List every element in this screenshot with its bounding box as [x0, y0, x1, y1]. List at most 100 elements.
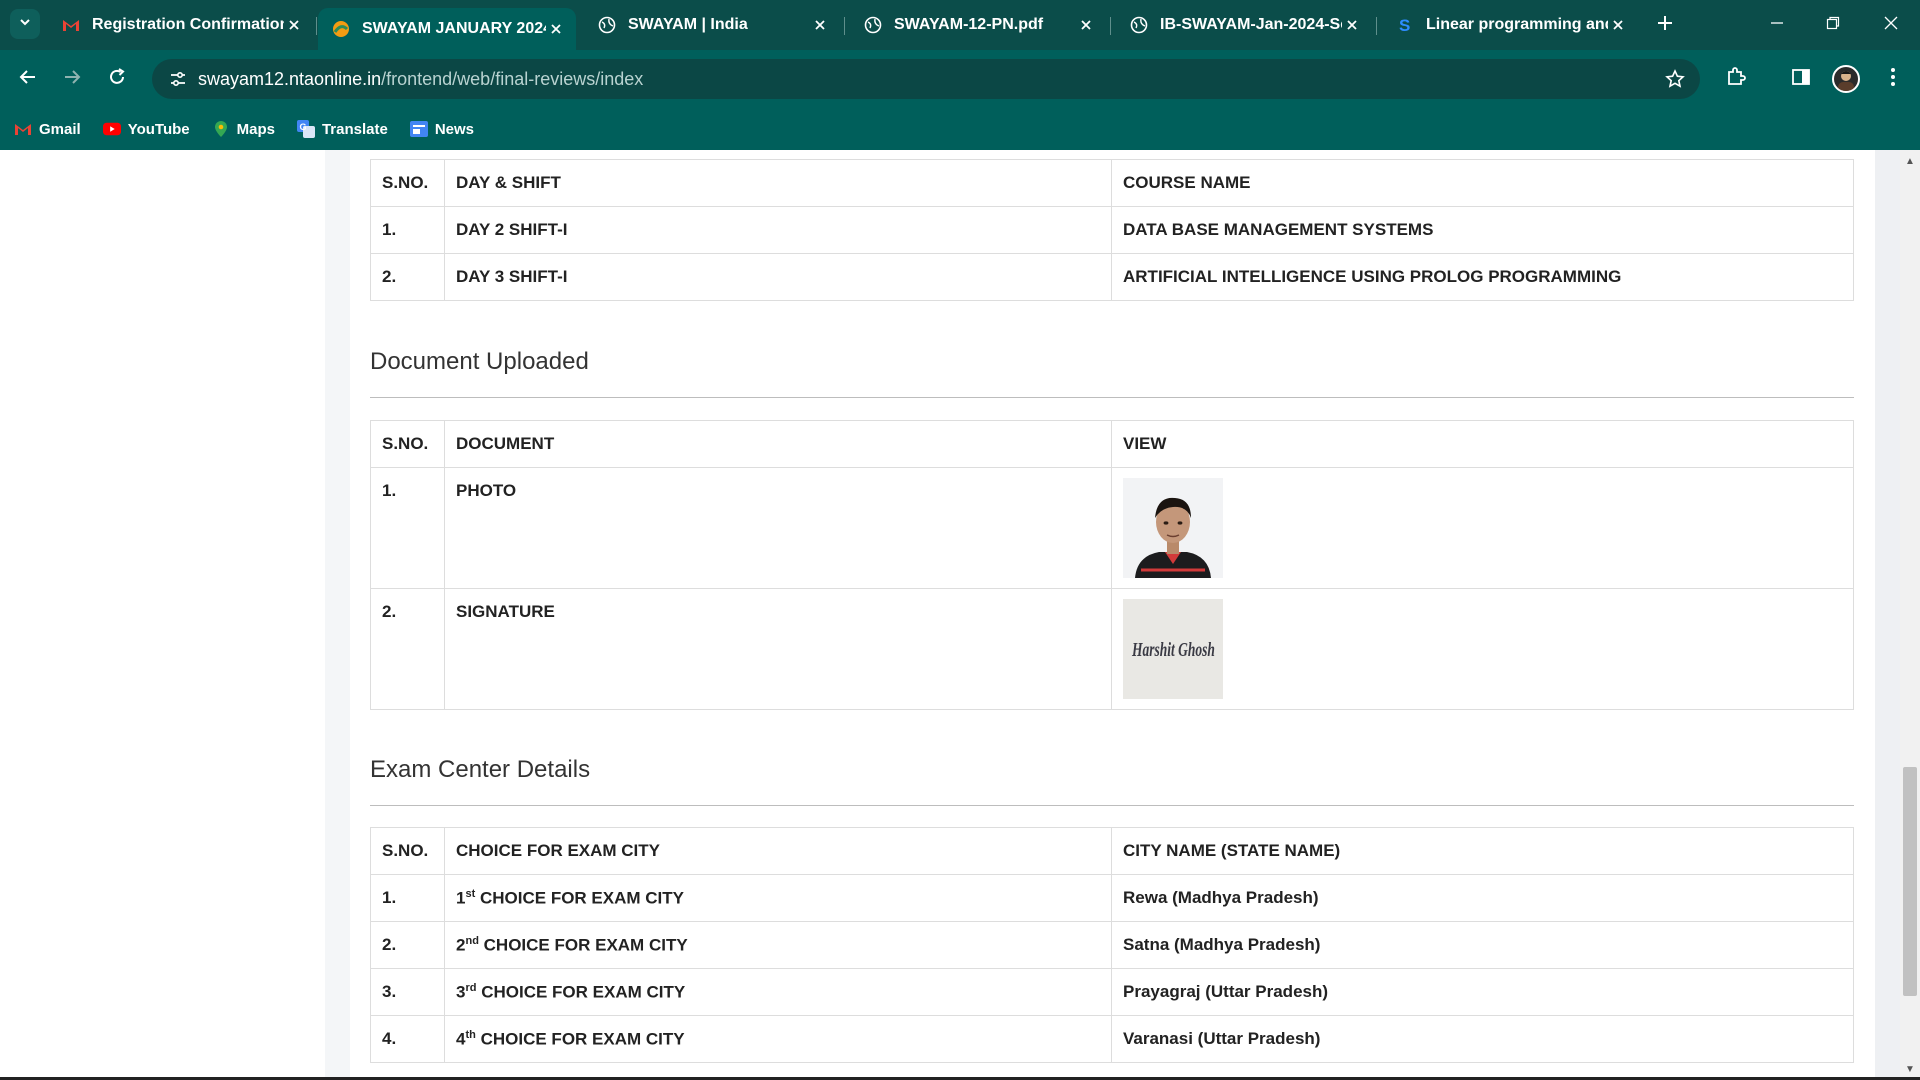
cell-sno: 1.	[370, 467, 445, 589]
cell-course-name: ARTIFICIAL INTELLIGENCE USING PROLOG PRO…	[1111, 253, 1854, 301]
cell-sno: 3.	[370, 968, 445, 1016]
tab-separator	[316, 17, 317, 35]
close-icon[interactable]	[1076, 15, 1096, 35]
signature-text: Harshit Ghosh	[1131, 639, 1215, 661]
choice-label: CHOICE FOR EXAM CITY	[480, 1029, 685, 1049]
close-icon[interactable]	[810, 15, 830, 35]
exam-center-table: S.NO. CHOICE FOR EXAM CITY CITY NAME (ST…	[370, 827, 1854, 1063]
close-icon[interactable]	[546, 19, 566, 39]
table-row: 4. 4th CHOICE FOR EXAM CITY Varanasi (Ut…	[370, 1015, 1854, 1063]
header-cell: DOCUMENT	[444, 420, 1112, 468]
profile-avatar[interactable]	[1832, 65, 1860, 93]
ordinal-suffix: nd	[465, 934, 479, 947]
choice-label: CHOICE FOR EXAM CITY	[479, 888, 684, 908]
tab-title: IB-SWAYAM-Jan-2024-Ser	[1160, 16, 1342, 33]
back-button[interactable]	[12, 63, 44, 95]
table-row: 2. DAY 3 SHIFT-I ARTIFICIAL INTELLIGENCE…	[370, 253, 1854, 301]
restore-icon	[1826, 16, 1840, 35]
bookmark-maps[interactable]: Maps	[212, 120, 275, 138]
bookmark-label: Gmail	[39, 120, 81, 138]
menu-button[interactable]	[1878, 64, 1908, 94]
tab-swayam-january-2024[interactable]: SWAYAM JANUARY 2024 S	[318, 8, 576, 50]
cell-choice: 3rd CHOICE FOR EXAM CITY	[444, 968, 1112, 1016]
tab-swayam-india[interactable]: SWAYAM | India	[584, 8, 840, 42]
cell-view	[1111, 467, 1854, 589]
extensions-button[interactable]	[1721, 64, 1751, 94]
section-title-documents: Document Uploaded	[370, 348, 589, 375]
cell-day-shift: DAY 3 SHIFT-I	[444, 253, 1112, 301]
scrollbar-thumb[interactable]	[1903, 767, 1917, 996]
cell-sno: 2.	[370, 921, 445, 969]
bookmark-translate[interactable]: G Translate	[296, 120, 388, 138]
site-info-icon[interactable]	[158, 69, 198, 89]
tab-ib-swayam-jan-2024[interactable]: IB-SWAYAM-Jan-2024-Ser	[1116, 8, 1372, 42]
cell-city: Rewa (Madhya Pradesh)	[1111, 874, 1854, 922]
tab-separator	[1110, 17, 1111, 35]
candidate-photo[interactable]	[1123, 478, 1223, 578]
kebab-menu-icon	[1890, 67, 1896, 92]
arrow-right-icon	[62, 67, 82, 92]
table-row: 1. PHOTO	[370, 467, 1854, 589]
cell-course-name: DATA BASE MANAGEMENT SYSTEMS	[1111, 206, 1854, 254]
close-window-button[interactable]	[1878, 12, 1904, 38]
tab-linear-programming[interactable]: S Linear programming and t	[1382, 8, 1638, 42]
youtube-icon	[102, 120, 121, 138]
table-row: 2. 2nd CHOICE FOR EXAM CITY Satna (Madhy…	[370, 921, 1854, 969]
choice-label: CHOICE FOR EXAM CITY	[483, 935, 688, 955]
globe-icon	[1130, 16, 1148, 34]
url-path: /frontend/web/final-reviews/index	[381, 68, 644, 89]
tab-search-button[interactable]	[10, 9, 40, 39]
tab-swayam-12-pn-pdf[interactable]: SWAYAM-12-PN.pdf	[850, 8, 1106, 42]
table-row: 1. DAY 2 SHIFT-I DATA BASE MANAGEMENT SY…	[370, 206, 1854, 254]
globe-icon	[864, 16, 882, 34]
bookmark-news[interactable]: News	[409, 120, 474, 138]
header-cell: S.NO.	[370, 159, 445, 207]
tab-strip: Registration Confirmation SWAYAM JANUARY…	[0, 0, 1920, 50]
cell-city: Prayagraj (Uttar Pradesh)	[1111, 968, 1854, 1016]
side-panel-button[interactable]	[1786, 64, 1816, 94]
tab-separator	[1376, 17, 1377, 35]
reload-button[interactable]	[101, 63, 133, 95]
cell-view: Harshit Ghosh	[1111, 588, 1854, 710]
bookmark-youtube[interactable]: YouTube	[102, 120, 190, 138]
signature-image[interactable]: Harshit Ghosh	[1123, 599, 1223, 699]
tab-title: SWAYAM-12-PN.pdf	[894, 16, 1044, 33]
forward-button[interactable]	[56, 63, 88, 95]
new-tab-button[interactable]	[1652, 12, 1678, 38]
cell-city: Varanasi (Uttar Pradesh)	[1111, 1015, 1854, 1063]
cell-sno: 1.	[370, 874, 445, 922]
maps-icon	[212, 120, 230, 138]
tab-registration-confirmation[interactable]: Registration Confirmation	[48, 8, 314, 42]
section-title-exam-center: Exam Center Details	[370, 756, 591, 783]
minimize-button[interactable]	[1764, 12, 1790, 38]
close-icon[interactable]	[1608, 15, 1628, 35]
plus-icon	[1657, 15, 1673, 36]
table-header-row: S.NO. CHOICE FOR EXAM CITY CITY NAME (ST…	[370, 827, 1854, 875]
bookmark-label: Maps	[236, 120, 275, 138]
cell-document: SIGNATURE	[444, 588, 1112, 710]
scroll-down-icon[interactable]: ▼	[1903, 1062, 1917, 1076]
tab-separator	[844, 17, 845, 35]
close-icon	[1884, 16, 1898, 35]
table-header-row: S.NO. DAY & SHIFT COURSE NAME	[370, 159, 1854, 207]
tab-title: SWAYAM | India	[628, 16, 748, 33]
cell-sno: 1.	[370, 206, 445, 254]
close-icon[interactable]	[1342, 15, 1362, 35]
scroll-up-icon[interactable]: ▲	[1903, 154, 1917, 168]
nta-icon	[332, 20, 350, 38]
globe-icon	[598, 16, 616, 34]
cell-document: PHOTO	[444, 467, 1112, 589]
close-icon[interactable]	[284, 15, 304, 35]
bookmark-gmail[interactable]: Gmail	[14, 120, 81, 138]
left-panel	[0, 150, 325, 1080]
cell-sno: 4.	[370, 1015, 445, 1063]
restore-button[interactable]	[1820, 12, 1846, 38]
right-margin	[1875, 150, 1900, 1080]
chevron-down-icon	[18, 15, 32, 34]
address-bar[interactable]: swayam12.ntaonline.in/frontend/web/final…	[152, 59, 1700, 99]
svg-text:G: G	[299, 122, 306, 132]
cell-choice: 4th CHOICE FOR EXAM CITY	[444, 1015, 1112, 1063]
cell-sno: 2.	[370, 588, 445, 710]
bookmark-star-icon[interactable]	[1664, 68, 1686, 90]
s-icon: S	[1396, 16, 1414, 34]
